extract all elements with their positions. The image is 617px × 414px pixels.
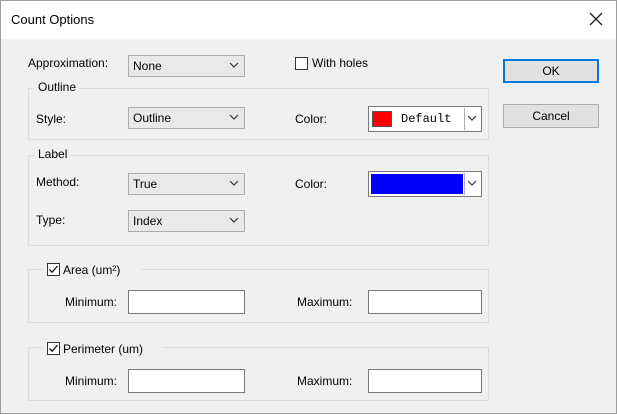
label-method-value: True (133, 177, 158, 191)
chevron-down-icon (467, 180, 477, 186)
label-group (28, 155, 489, 246)
cancel-button[interactable]: Cancel (503, 104, 599, 128)
close-button[interactable] (584, 7, 608, 31)
label-color-dropdown[interactable] (464, 173, 480, 195)
perimeter-minimum-input[interactable] (128, 369, 245, 393)
label-type-label: Type: (36, 213, 66, 227)
checkmark-icon (49, 344, 58, 353)
label-color-picker[interactable] (368, 171, 482, 197)
area-label: Area (um²) (63, 263, 121, 277)
chevron-down-icon (229, 62, 239, 68)
label-type-value: Index (133, 214, 163, 228)
outline-style-label: Style: (36, 112, 67, 126)
label-color-label: Color: (295, 177, 328, 191)
label-group-title: Label (35, 147, 71, 161)
outline-color-picker[interactable]: Default (368, 106, 482, 132)
perimeter-maximum-label: Maximum: (297, 374, 353, 388)
outline-color-label: Color: (295, 112, 328, 126)
label-method-label: Method: (36, 175, 80, 189)
with-holes-checkbox[interactable] (295, 57, 308, 70)
approximation-select[interactable]: None (128, 55, 245, 77)
area-maximum-label: Maximum: (297, 295, 353, 309)
dialog-title: Count Options (11, 12, 95, 27)
area-minimum-input[interactable] (128, 290, 245, 314)
checkmark-icon (49, 265, 58, 274)
close-icon (589, 12, 603, 26)
label-color-swatch (371, 174, 463, 194)
label-method-select[interactable]: True (128, 173, 245, 195)
area-maximum-input[interactable] (368, 290, 482, 314)
chevron-down-icon (229, 180, 239, 186)
perimeter-minimum-label: Minimum: (65, 374, 118, 388)
with-holes-label: With holes (312, 56, 369, 70)
outline-color-swatch (372, 111, 392, 127)
perimeter-label: Perimeter (um) (63, 342, 144, 356)
approximation-value: None (133, 59, 162, 73)
ok-button[interactable]: OK (503, 59, 599, 83)
approximation-label: Approximation: (28, 56, 109, 70)
label-type-select[interactable]: Index (128, 210, 245, 232)
chevron-down-icon (229, 217, 239, 223)
chevron-down-icon (229, 114, 239, 120)
area-checkbox[interactable] (47, 263, 60, 276)
outline-color-text: Default (401, 112, 452, 126)
outline-style-select[interactable]: Outline (128, 107, 245, 129)
title-bar: Count Options (1, 1, 616, 39)
perimeter-checkbox[interactable] (47, 342, 60, 355)
perimeter-maximum-input[interactable] (368, 369, 482, 393)
chevron-down-icon (467, 115, 477, 121)
area-minimum-label: Minimum: (65, 295, 118, 309)
count-options-dialog: Count Options Approximation: None With h… (0, 0, 617, 414)
outline-style-value: Outline (133, 111, 172, 125)
outline-group-title: Outline (35, 80, 80, 94)
outline-color-dropdown[interactable] (464, 108, 480, 130)
